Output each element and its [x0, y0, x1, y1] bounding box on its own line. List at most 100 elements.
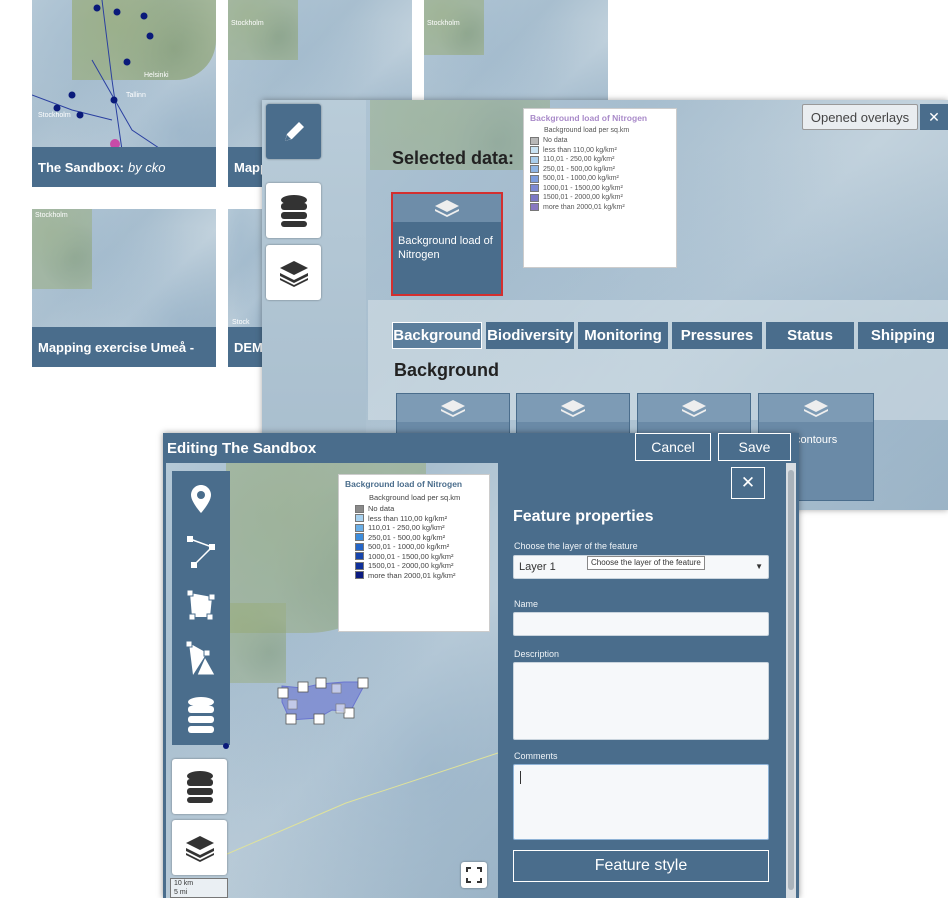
legend-swatch [355, 514, 364, 523]
draw-polygon-button[interactable] [175, 580, 227, 630]
legend-label: less than 110,00 kg/km² [543, 146, 617, 154]
tab-background[interactable]: Background [392, 322, 482, 349]
cancel-button[interactable]: Cancel [635, 433, 711, 461]
save-label: Save [738, 439, 771, 455]
legend-swatch [530, 136, 539, 145]
description-field[interactable] [513, 662, 769, 740]
tab-shipping[interactable]: Shipping [858, 322, 948, 349]
card-header [517, 394, 629, 422]
tile-caption: Mapping exercise Umeå - [32, 327, 216, 367]
editor-data-layers-button[interactable] [172, 759, 227, 814]
layers-icon [185, 835, 214, 862]
tile-sandbox[interactable]: Helsinki Tallinn Stockholm The Sandbox: … [32, 0, 216, 187]
card-header [393, 194, 501, 222]
edit-button[interactable] [266, 104, 321, 159]
map-label-stockholm: Stockholm [38, 112, 71, 119]
legend-title: Background load of Nitrogen [530, 113, 648, 123]
text-cursor [520, 771, 521, 784]
legend-label: No data [543, 137, 568, 145]
tab-biodiversity[interactable]: Biodiversity [486, 322, 574, 349]
pencil-icon [284, 121, 304, 141]
legend-title: Background load of Nitrogen [345, 479, 463, 489]
scale-bar: 10 km 5 mi [170, 878, 228, 898]
legend-label: 1500,01 - 2000,00 kg/km² [543, 194, 623, 202]
data-button[interactable] [266, 183, 321, 238]
legend-rows: No data less than 110,00 kg/km² 110,01 - 2… [355, 504, 483, 580]
map-land [228, 0, 298, 60]
legend-large: Background load of Nitrogen Background l… [338, 474, 490, 632]
legend-entry: 110,01 - 250,00 kg/km² [355, 523, 483, 533]
selected-layer-card[interactable]: Background load of Nitrogen [391, 192, 503, 296]
map-label-stock: Stock [232, 319, 250, 326]
legend-label: 110,01 - 250,00 kg/km² [368, 523, 445, 533]
comments-label: Comments [514, 751, 558, 761]
selected-data-heading: Selected data: [392, 148, 515, 168]
legend-label: 110,01 - 250,00 kg/km² [543, 156, 615, 164]
feature-close-button[interactable]: ✕ [731, 467, 765, 499]
layers-icon [804, 400, 828, 417]
layers-button[interactable] [266, 245, 321, 300]
feature-style-button[interactable]: Feature style [513, 850, 769, 882]
opened-overlays-label: Opened overlays [810, 109, 910, 125]
polygon-icon [186, 589, 216, 621]
map-label-stockholm: Stockholm [35, 212, 68, 219]
tile-umea[interactable]: Stockholm Mapping exercise Umeå - [32, 209, 216, 367]
legend-label: 1500,01 - 2000,00 kg/km² [368, 561, 454, 571]
tab-monitoring[interactable]: Monitoring [578, 322, 668, 349]
chevron-down-icon: ▼ [755, 562, 763, 571]
draw-line-button[interactable] [175, 526, 227, 576]
legend-entry: 1000,01 - 1500,00 kg/km² [355, 552, 483, 562]
legend-swatch [530, 203, 539, 212]
legend-swatch [355, 552, 364, 561]
map-label-stockholm: Stockholm [427, 20, 460, 27]
legend-swatch [355, 523, 364, 532]
legend-subtitle: Background load per sq.km [544, 127, 630, 134]
editor-layers-button[interactable] [172, 820, 227, 875]
panel-scrollbar-thumb[interactable] [788, 470, 794, 890]
card-header [397, 394, 509, 422]
tab-status[interactable]: Status [766, 322, 854, 349]
database-icon [280, 194, 307, 227]
legend-entry: 250,01 - 500,00 kg/km² [530, 165, 670, 175]
legend-swatch [530, 184, 539, 193]
database-icon [186, 770, 213, 803]
marker-icon [191, 485, 211, 513]
tab-pressures[interactable]: Pressures [672, 322, 762, 349]
layer-select-value: Layer 1 [519, 561, 556, 573]
drawn-polygon[interactable] [272, 674, 376, 734]
legend-entry: 250,01 - 500,00 kg/km² [355, 533, 483, 543]
legend-entry: 1500,01 - 2000,00 kg/km² [530, 193, 670, 203]
feature-style-label: Feature style [594, 857, 688, 874]
add-point-button[interactable] [175, 474, 227, 524]
overlay-close-button[interactable]: ✕ [920, 104, 948, 130]
legend-swatch [530, 174, 539, 183]
legend-subtitle: Background load per sq.km [369, 493, 461, 502]
legend-entry: 500,01 - 1000,00 kg/km² [355, 542, 483, 552]
scale-km: 10 km [174, 880, 194, 887]
layers-icon [682, 400, 706, 417]
opened-overlays-button[interactable]: Opened overlays [802, 104, 918, 130]
legend-swatch [355, 504, 364, 513]
legend-entry: 1000,01 - 1500,00 kg/km² [530, 184, 670, 194]
legend-entry: No data [355, 504, 483, 514]
legend-label: 500,01 - 1000,00 kg/km² [543, 175, 619, 183]
fullscreen-button[interactable] [461, 862, 487, 888]
map-point[interactable] [223, 743, 229, 749]
legend-label: No data [368, 504, 395, 514]
legend-entry: 110,01 - 250,00 kg/km² [530, 155, 670, 165]
legend-label: 1000,01 - 1500,00 kg/km² [368, 551, 454, 561]
legend-entry: 500,01 - 1000,00 kg/km² [530, 174, 670, 184]
editor-data-button[interactable] [175, 690, 227, 740]
name-field[interactable] [513, 612, 769, 636]
legend-swatch [530, 155, 539, 164]
comments-field[interactable] [513, 764, 769, 840]
map-land [32, 209, 92, 289]
tab-label: Pressures [680, 327, 754, 344]
draw-shape-button[interactable] [175, 634, 227, 684]
feature-properties-heading: Feature properties [513, 508, 654, 525]
layer-tooltip: Choose the layer of the feature [587, 556, 705, 570]
legend-entry: more than 2000,01 kg/km² [355, 571, 483, 581]
tile-caption: The Sandbox: by cko [32, 147, 216, 187]
legend-swatch [355, 561, 364, 570]
save-button[interactable]: Save [718, 433, 791, 461]
